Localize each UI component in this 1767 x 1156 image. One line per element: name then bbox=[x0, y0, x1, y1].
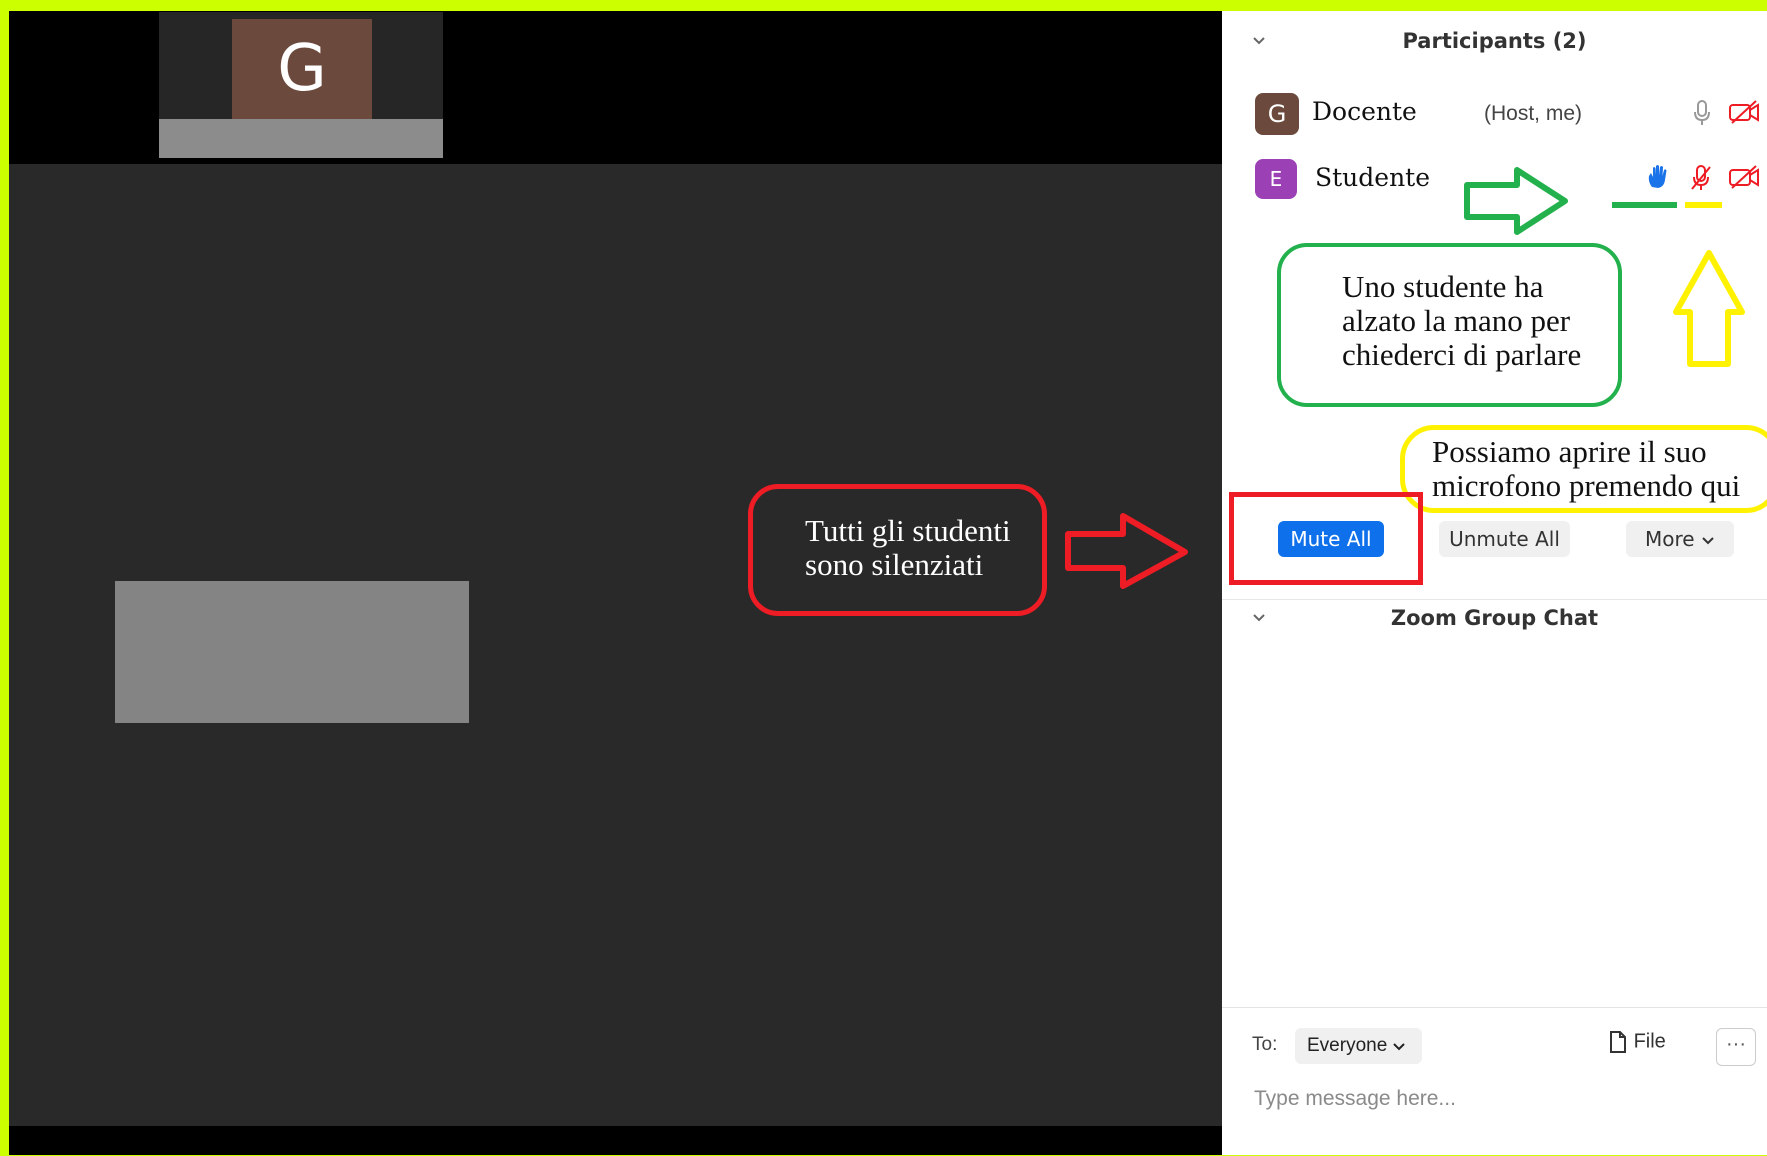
green-note-line: chiederci di parlare bbox=[1342, 337, 1582, 372]
video-off-icon[interactable] bbox=[1728, 99, 1760, 130]
chat-composer: To: Everyone File ··· bbox=[1222, 1007, 1767, 1156]
participant-row-docente[interactable]: G Docente (Host, me) bbox=[1222, 89, 1767, 137]
red-note-line: Tutti gli studenti bbox=[805, 513, 1011, 548]
file-label: File bbox=[1633, 1030, 1666, 1053]
mic-muted-icon[interactable] bbox=[1689, 164, 1713, 197]
participants-header: Participants (2) bbox=[1222, 23, 1767, 59]
participant-name: Studente bbox=[1315, 163, 1431, 192]
more-button[interactable]: More bbox=[1626, 521, 1734, 557]
message-input[interactable] bbox=[1252, 1078, 1736, 1120]
avatar: G bbox=[1255, 93, 1299, 135]
red-highlight-box bbox=[1229, 492, 1423, 585]
video-placeholder bbox=[115, 581, 469, 723]
chat-title: Zoom Group Chat bbox=[1390, 606, 1599, 630]
chevron-down-icon bbox=[1392, 1035, 1405, 1056]
bottom-toolbar bbox=[9, 1126, 1222, 1155]
file-icon bbox=[1608, 1030, 1628, 1053]
thumbnail-name-bar bbox=[159, 119, 443, 158]
green-annotation-text: Uno studente ha alzato la mano per chied… bbox=[1342, 270, 1581, 372]
red-annotation-text: Tutti gli studenti sono silenziati bbox=[805, 514, 1011, 582]
green-note-line: alzato la mano per bbox=[1342, 303, 1571, 338]
recipient-value: Everyone bbox=[1307, 1035, 1388, 1056]
to-label: To: bbox=[1252, 1034, 1278, 1055]
yellow-annotation-text: Possiamo aprire il suo microfono premend… bbox=[1432, 435, 1740, 503]
participant-row-studente[interactable]: E Studente bbox=[1222, 155, 1767, 203]
chat-header: Zoom Group Chat bbox=[1222, 599, 1767, 636]
thumbnail-avatar: G bbox=[232, 19, 372, 119]
video-off-icon[interactable] bbox=[1728, 164, 1760, 195]
green-note-line: Uno studente ha bbox=[1342, 269, 1544, 304]
participant-name: Docente bbox=[1312, 97, 1417, 126]
avatar: E bbox=[1255, 159, 1297, 199]
participant-role: (Host, me) bbox=[1484, 102, 1583, 125]
yellow-note-line: microfono premendo qui bbox=[1432, 468, 1741, 503]
chevron-down-icon bbox=[1701, 527, 1715, 551]
mic-icon[interactable] bbox=[1692, 99, 1712, 132]
participants-title: Participants (2) bbox=[1402, 29, 1587, 53]
yellow-note-line: Possiamo aprire il suo bbox=[1432, 434, 1707, 469]
chat-more-button[interactable]: ··· bbox=[1716, 1028, 1756, 1066]
more-button-label: More bbox=[1645, 527, 1695, 551]
raised-hand-icon bbox=[1645, 163, 1671, 196]
unmute-all-button[interactable]: Unmute All bbox=[1439, 521, 1570, 557]
file-button[interactable]: File bbox=[1608, 1030, 1666, 1054]
red-note-line: sono silenziati bbox=[805, 547, 984, 582]
recipient-select[interactable]: Everyone bbox=[1295, 1028, 1422, 1064]
